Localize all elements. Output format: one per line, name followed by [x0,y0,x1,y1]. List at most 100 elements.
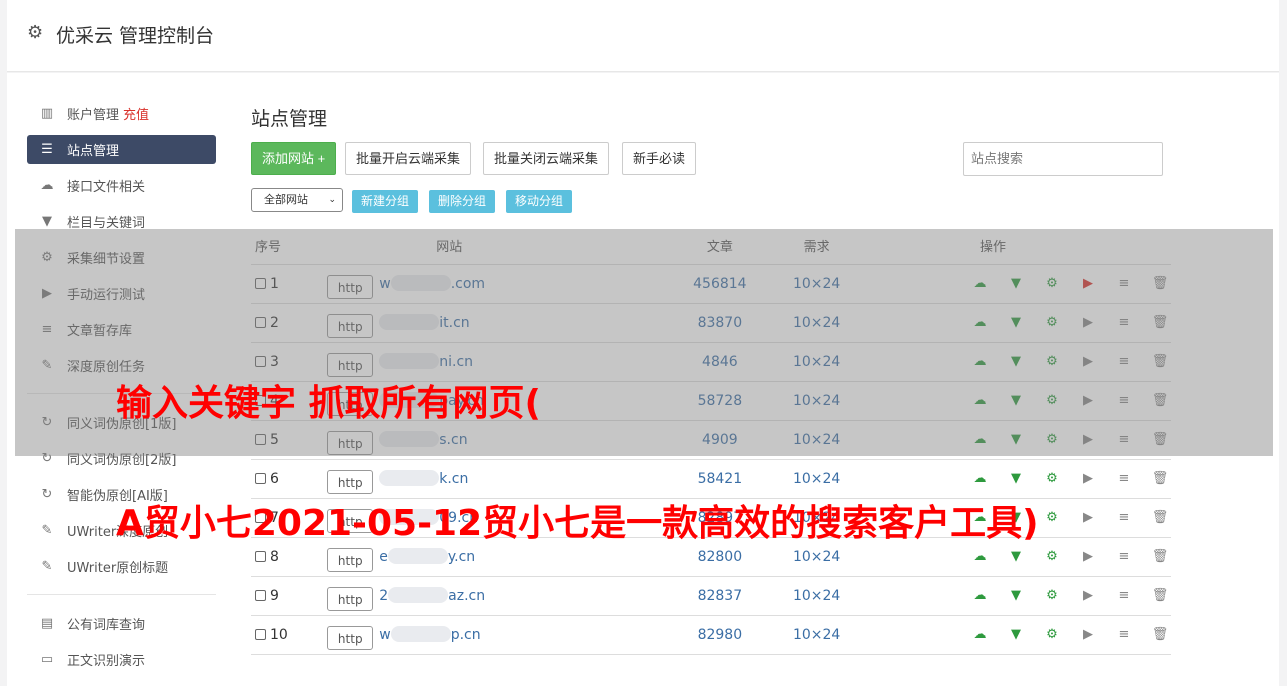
row-checkbox[interactable] [255,472,266,484]
sidebar-item-text-recognition[interactable]: ▭ 正文识别演示 [27,641,216,677]
database-icon[interactable]: ≡ [1113,549,1135,564]
trash-icon[interactable]: 🗑 [1149,510,1171,525]
filter-icon: ▼ [42,213,52,229]
row-articles[interactable]: 82980 [671,614,769,655]
redacted-mask [390,626,451,642]
overlay-caption-1: 输入关键字 抓取所有网页( [116,383,541,424]
sidebar-item-site-management[interactable]: ☰ 站点管理 [27,135,216,164]
add-site-button[interactable]: 添加网站 + [251,142,337,175]
cogs-icon[interactable]: ⚙ [1041,627,1063,642]
cogs-icon[interactable]: ⚙ [1041,471,1063,486]
row-number: 9 [270,587,279,604]
play-icon[interactable]: ▶ [1077,510,1099,525]
refresh-icon: ↻ [41,486,53,502]
batch-open-cloud-button[interactable]: 批量开启云端采集 [345,142,472,175]
row-no-cell: 6 [251,458,328,498]
play-icon[interactable]: ▶ [1077,627,1099,642]
row-site-cell: http k.cn [327,458,672,498]
cloud-upload-icon[interactable]: ☁ [969,471,991,486]
book-icon: ▤ [40,615,54,631]
site-domain-link[interactable]: k.cn [379,470,468,487]
redacted-mask [388,587,449,603]
delete-group-button[interactable]: 删除分组 [429,190,496,213]
play-icon[interactable]: ▶ [1077,549,1099,564]
database-icon[interactable]: ≡ [1113,627,1135,642]
domain-prefix: w [379,627,391,643]
row-checkbox[interactable] [255,628,266,640]
cogs-icon[interactable]: ⚙ [1041,549,1063,564]
sidebar-item-account[interactable]: ▥ 账户管理 充值 [27,95,216,131]
row-no-cell: 10 [251,614,328,655]
row-site-cell: http 2 az.cn [327,575,672,615]
table-row: 10 http w p.cn 82980 10×24 ☁ ▼ ⚙ ▶ ≡ 🗑 [251,614,1171,655]
gear-icon: ⚙ [27,22,44,43]
site-domain-link[interactable]: w p.cn [379,626,481,643]
sidebar-item-uwriter-title[interactable]: ✎ UWriter原创标题 [27,548,216,584]
play-icon[interactable]: ▶ [1077,471,1099,486]
sidebar-divider [27,594,216,595]
row-demand[interactable]: 10×24 [768,575,865,615]
domain-suffix: y.cn [447,549,476,565]
row-demand[interactable]: 10×24 [768,614,865,655]
filter-icon[interactable]: ▼ [1005,588,1027,603]
database-icon[interactable]: ≡ [1113,510,1135,525]
http-badge[interactable]: http [327,547,374,572]
filter-icon[interactable]: ▼ [1005,549,1027,564]
group-select-value: 全部网站 [264,193,308,206]
row-number: 6 [270,470,279,487]
page-title: 站点管理 [251,108,328,130]
http-badge[interactable]: http [327,625,374,650]
table-row: 9 http 2 az.cn 82837 10×24 ☁ ▼ ⚙ ▶ ≡ 🗑 [251,575,1171,615]
row-checkbox[interactable] [255,550,266,562]
sidebar-item-label: 栏目与关键词 [67,215,146,231]
play-icon[interactable]: ▶ [1077,588,1099,603]
filter-icon[interactable]: ▼ [1005,471,1027,486]
domain-suffix: p.cn [450,627,481,643]
trash-icon[interactable]: 🗑 [1149,549,1171,564]
group-select[interactable]: 全部网站 ⌄ [251,188,343,212]
database-icon[interactable]: ≡ [1113,588,1135,603]
domain-suffix: az.cn [448,588,486,604]
recharge-link[interactable]: 充值 [123,104,149,123]
http-badge[interactable]: http [327,469,374,494]
sidebar-item-label: 账户管理 [67,107,120,123]
overlay-caption-2: A贸小七2021-05-12贸小七是一款高效的搜索客户工具) [116,503,1039,544]
sidebar-item-label: 站点管理 [67,144,120,159]
cloud-upload-icon[interactable]: ☁ [969,588,991,603]
site-domain-link[interactable]: e y.cn [379,548,475,565]
row-demand[interactable]: 10×24 [768,458,865,498]
new-group-button[interactable]: 新建分组 [352,190,419,213]
trash-icon[interactable]: 🗑 [1149,471,1171,486]
row-ops-cell: ☁ ▼ ⚙ ▶ ≡ 🗑 [864,614,1171,655]
row-articles[interactable]: 58421 [671,458,769,498]
sidebar-item-interface-files[interactable]: ☁ 接口文件相关 [27,167,216,203]
sidebar-item-public-lexicon[interactable]: ▤ 公有词库查询 [27,605,216,641]
cloud-upload-icon[interactable]: ☁ [969,549,991,564]
http-badge[interactable]: http [327,586,374,611]
redacted-mask [387,548,448,564]
cogs-icon[interactable]: ⚙ [1041,588,1063,603]
database-icon[interactable]: ≡ [1113,471,1135,486]
trash-icon[interactable]: 🗑 [1149,627,1171,642]
app-title: 优采云 管理控制台 [56,25,215,47]
site-search-input[interactable] [963,142,1163,176]
domain-prefix: 2 [379,588,389,604]
cogs-icon[interactable]: ⚙ [1041,510,1063,525]
bar-chart-icon: ▥ [40,105,54,121]
monitor-icon: ▭ [40,651,54,667]
domain-prefix: e [379,549,388,565]
row-articles[interactable]: 82837 [671,575,769,615]
beginner-guide-button[interactable]: 新手必读 [622,142,697,175]
row-ops-cell: ☁ ▼ ⚙ ▶ ≡ 🗑 [864,575,1171,615]
trash-icon[interactable]: 🗑 [1149,588,1171,603]
filter-icon[interactable]: ▼ [1005,627,1027,642]
batch-close-cloud-button[interactable]: 批量关闭云端采集 [483,142,610,175]
move-group-button[interactable]: 移动分组 [506,190,573,213]
row-checkbox[interactable] [255,589,266,601]
chevron-down-icon: ⌄ [328,195,336,205]
cloud-upload-icon[interactable]: ☁ [969,627,991,642]
row-site-cell: http w p.cn [327,614,672,655]
server-icon: ☰ [41,142,53,157]
redacted-mask [379,470,440,486]
site-domain-link[interactable]: 2 az.cn [379,587,485,604]
